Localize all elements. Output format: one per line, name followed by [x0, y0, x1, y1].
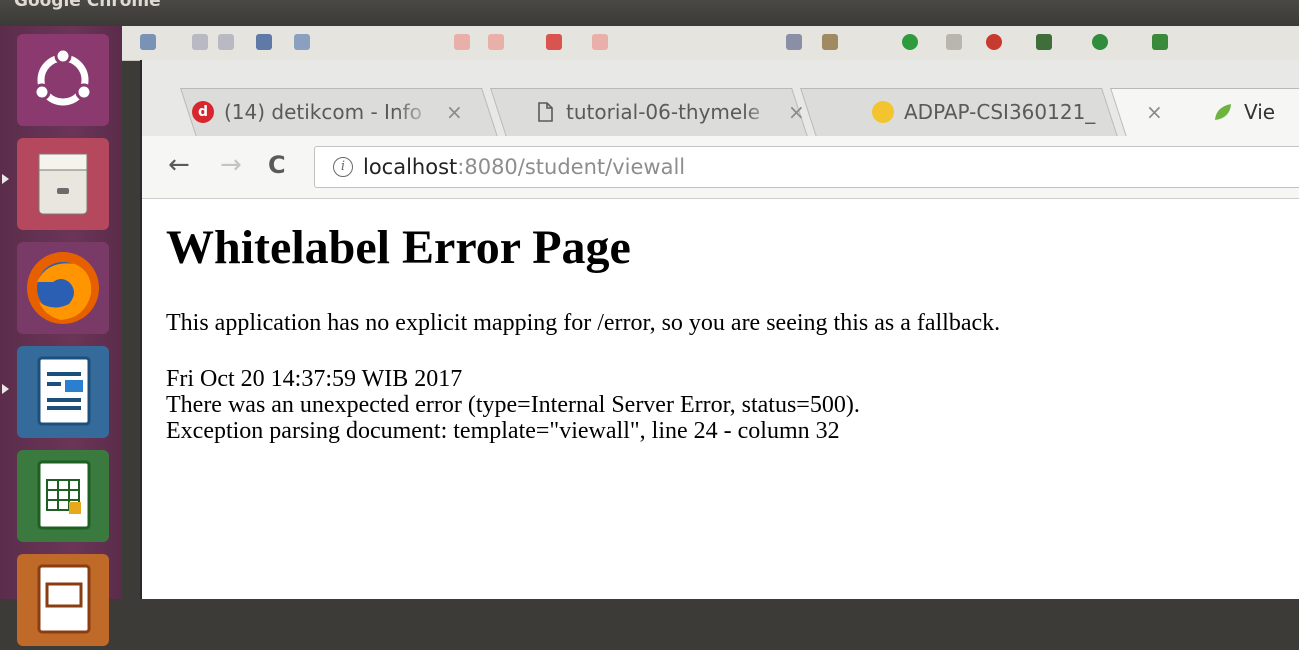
run-icon[interactable] [1092, 34, 1108, 50]
url-path: :8080/student/viewall [457, 155, 686, 179]
spring-leaf-icon [1215, 104, 1231, 120]
page-title: Whitelabel Error Page [166, 221, 631, 274]
presentation-icon [37, 564, 91, 634]
error-message: This application has no explicit mapping… [166, 310, 1001, 336]
ubuntu-dash-button[interactable] [17, 34, 109, 126]
os-top-panel: Google Chrome [0, 0, 1299, 26]
tab-detikcom[interactable]: d (14) detikcom - Info × [192, 88, 492, 136]
libreoffice-impress-button[interactable] [17, 346, 109, 438]
skip-breakpoints-icon[interactable] [294, 34, 310, 50]
document-icon [538, 102, 553, 122]
libreoffice-impress-2-button[interactable] [17, 554, 109, 646]
detik-icon: d [192, 101, 214, 123]
running-indicator [2, 384, 9, 394]
error-detail: There was an unexpected error (type=Inte… [166, 392, 860, 418]
toggle-view-icon[interactable] [946, 34, 962, 50]
firefox-icon [27, 252, 99, 324]
document-image-icon [37, 356, 91, 426]
chrome-window: d (14) detikcom - Info × tutorial-06-thy… [140, 60, 1299, 599]
spring-boot-icon[interactable] [902, 34, 918, 50]
debug-icon[interactable] [986, 34, 1002, 50]
terminate-icon[interactable] [546, 34, 562, 50]
back-button[interactable]: ← [168, 150, 190, 180]
tab-title: ADPAP-CSI360121_ [904, 100, 1096, 124]
reload-button[interactable]: C [268, 151, 286, 179]
save-all-icon[interactable] [218, 34, 234, 50]
resume-icon[interactable] [454, 34, 470, 50]
tab-title: Vie [1244, 100, 1276, 124]
forward-button[interactable]: → [220, 150, 242, 180]
file-manager-button[interactable] [17, 138, 109, 230]
tab-title: (14) detikcom - Info [224, 100, 422, 124]
ubuntu-logo-icon [33, 47, 93, 106]
tab-adpap[interactable]: ADPAP-CSI360121_ × [872, 88, 1172, 136]
spreadsheet-icon [37, 460, 91, 530]
drive-icon [872, 101, 894, 123]
address-bar[interactable]: i localhost:8080/student/viewall [314, 146, 1299, 188]
page-content: Whitelabel Error Page This application h… [166, 218, 1296, 444]
firefox-button[interactable] [17, 242, 109, 334]
new-file-icon[interactable] [140, 34, 156, 50]
disconnect-icon[interactable] [592, 34, 608, 50]
navigation-bar: ← → C i localhost:8080/student/viewall [142, 136, 1299, 199]
tab-close-icon[interactable]: × [1146, 100, 1163, 124]
exception-detail: Exception parsing document: template="vi… [166, 418, 840, 444]
tab-title: tutorial-06-thymele [566, 100, 761, 124]
suspend-icon[interactable] [488, 34, 504, 50]
run-external-icon[interactable] [1152, 34, 1168, 50]
file-cabinet-icon [38, 153, 88, 215]
info-icon[interactable]: i [333, 157, 353, 177]
tab-strip: d (14) detikcom - Info × tutorial-06-thy… [142, 60, 1299, 137]
tab-close-icon[interactable]: × [788, 100, 805, 124]
use-step-filters-icon[interactable] [786, 34, 802, 50]
tab-tutorial[interactable]: tutorial-06-thymele × [534, 88, 824, 136]
libreoffice-calc-button[interactable] [17, 450, 109, 542]
launcher [0, 26, 122, 646]
active-app-title: Google Chrome [14, 0, 161, 11]
save-icon[interactable] [192, 34, 208, 50]
tab-viewall-active[interactable]: Vie [1212, 88, 1299, 136]
tab-close-icon[interactable]: × [446, 100, 463, 124]
running-indicator [2, 174, 9, 184]
bug-icon[interactable] [1036, 34, 1052, 50]
console-icon[interactable] [256, 34, 272, 50]
url-host: localhost [363, 155, 458, 179]
open-task-icon[interactable] [822, 34, 838, 50]
error-timestamp: Fri Oct 20 14:37:59 WIB 2017 [166, 366, 463, 392]
ide-toolbar [122, 26, 1299, 61]
